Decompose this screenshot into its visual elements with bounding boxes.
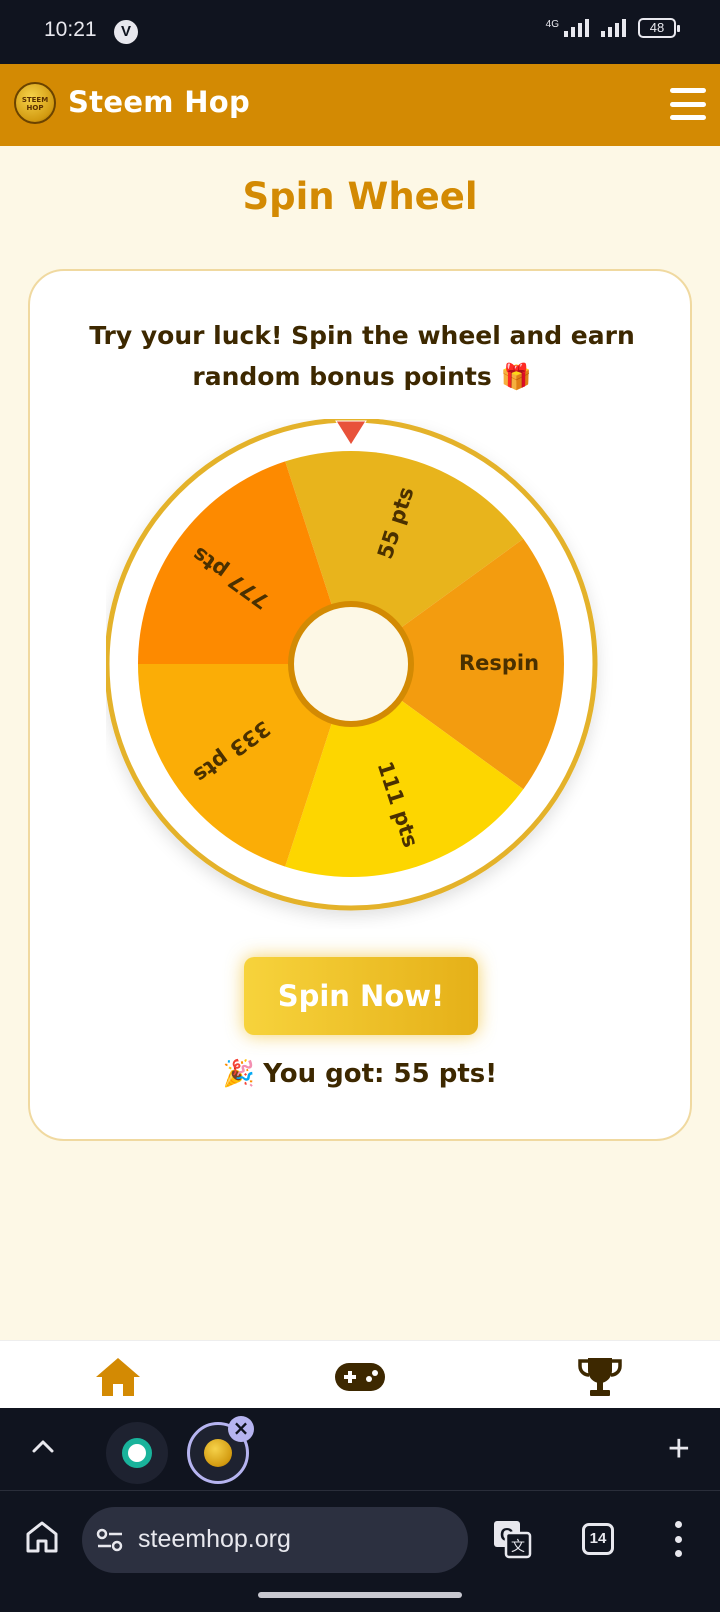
bottom-nav <box>0 1340 720 1408</box>
home-icon <box>96 1358 140 1396</box>
more-dot <box>674 1521 682 1528</box>
tab-switcher-button[interactable]: 14 <box>582 1523 614 1555</box>
menu-bar <box>670 101 706 107</box>
new-tab-button[interactable]: + <box>668 1430 690 1468</box>
spin-result: 🎉 You got: 55 pts! <box>30 1059 690 1089</box>
app-title[interactable]: Steem Hop <box>68 85 250 119</box>
status-bar: 10:21 V 4G 48 <box>0 0 720 64</box>
wifi-signal-icon <box>601 19 626 37</box>
wheel-graphic: 55 ptsRespin111 pts333 pts777 pts <box>106 419 598 911</box>
intro-line-1: Try your luck! Spin the wheel and earn <box>89 321 635 350</box>
party-popper-icon: 🎉 <box>222 1059 256 1089</box>
browser-tab-strip: + <box>0 1408 720 1490</box>
url-text[interactable]: steemhop.org <box>138 1525 291 1554</box>
svg-text:文: 文 <box>511 1539 525 1555</box>
nav-leaderboard[interactable] <box>560 1349 640 1405</box>
spin-now-button[interactable]: Spin Now! <box>244 957 478 1035</box>
status-indicators: 4G 48 <box>546 18 680 38</box>
wheel-segment-label: Respin <box>459 651 539 675</box>
site-settings-icon[interactable] <box>96 1527 124 1553</box>
mobile-signal-icon: 4G <box>546 19 589 37</box>
url-bar[interactable]: steemhop.org <box>82 1507 468 1573</box>
translate-icon[interactable]: G 文 <box>492 1519 532 1559</box>
steemhop-favicon-icon <box>204 1439 232 1467</box>
gesture-bar <box>258 1592 462 1598</box>
close-tab-icon[interactable]: × <box>228 1416 254 1442</box>
hamburger-menu-button[interactable] <box>670 88 706 120</box>
app-header: STEEM HOP Steem Hop <box>0 64 720 146</box>
wheel-hub <box>288 601 414 727</box>
menu-bar <box>670 115 706 120</box>
nav-games[interactable] <box>320 1349 400 1405</box>
nav-home[interactable] <box>78 1349 158 1405</box>
intro-line-2: random bonus points 🎁 <box>192 362 532 391</box>
chevron-up-icon[interactable] <box>28 1432 58 1462</box>
browser-home-icon[interactable] <box>24 1519 60 1555</box>
logo-text: STEEM HOP <box>21 96 49 112</box>
result-text: You got: 55 pts! <box>263 1059 498 1089</box>
more-options-icon[interactable] <box>672 1521 684 1557</box>
tab-favicon-icon <box>122 1438 152 1468</box>
vpn-icon: V <box>114 20 138 44</box>
gamepad-icon <box>335 1363 385 1391</box>
trophy-icon <box>578 1358 622 1396</box>
intro-text: Try your luck! Spin the wheel and earn r… <box>70 315 654 397</box>
network-type: 4G <box>545 19 559 30</box>
status-time: 10:21 <box>44 18 97 41</box>
spin-card: Try your luck! Spin the wheel and earn r… <box>28 269 692 1141</box>
more-dot <box>674 1535 682 1543</box>
spin-wheel[interactable]: 55 pts Respin 111 pts 333 pts 777 pts <box>106 419 616 929</box>
more-dot <box>674 1550 682 1557</box>
battery-icon: 48 <box>638 18 680 38</box>
logo[interactable]: STEEM HOP <box>14 82 56 124</box>
menu-bar <box>670 88 706 93</box>
browser-tab-1[interactable] <box>106 1422 168 1484</box>
page-title: Spin Wheel <box>242 175 478 218</box>
